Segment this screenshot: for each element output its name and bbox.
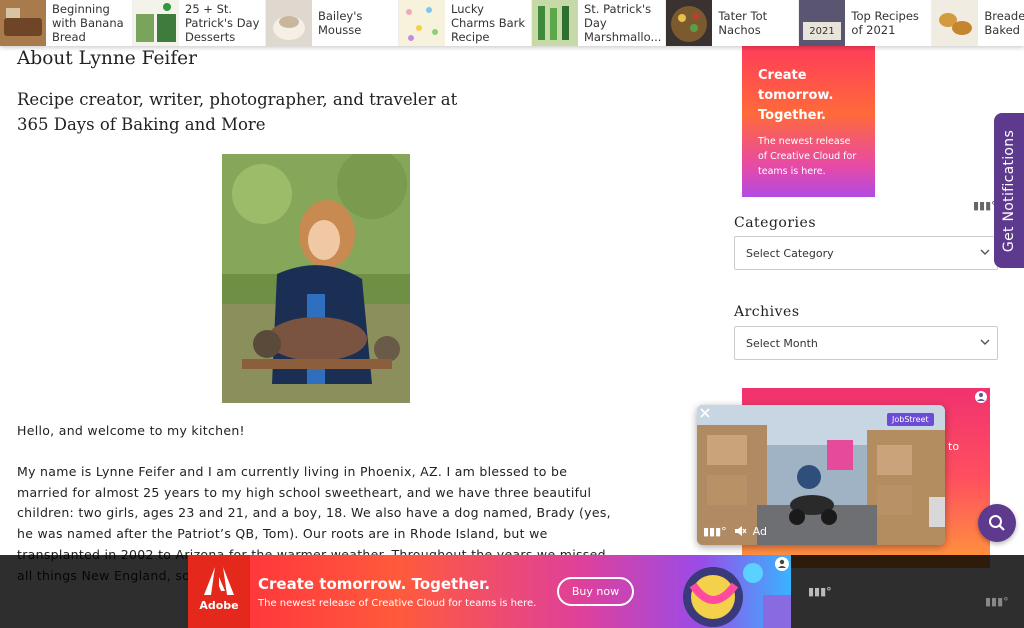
ad-artwork bbox=[683, 563, 791, 628]
recipe-card[interactable]: St. Patrick's Day Marshmallo... bbox=[532, 0, 667, 46]
ad-choices-icon[interactable] bbox=[774, 556, 790, 572]
recipe-card[interactable]: Lucky Charms Bark Recipe bbox=[399, 0, 532, 46]
recipe-card[interactable]: 2021 Top Recipes of 2021 bbox=[799, 0, 933, 46]
recipe-thumbnail bbox=[266, 0, 312, 46]
recipe-thumbnail bbox=[932, 0, 979, 46]
video-ad-player[interactable]: JobStreet ▮▮▮° Ad bbox=[697, 405, 945, 545]
mediavine-logo-icon: ▮▮▮° bbox=[985, 595, 1009, 608]
recipe-thumbnail bbox=[133, 0, 179, 46]
recipe-card[interactable]: Breaded Baked R bbox=[932, 0, 1024, 46]
archive-select[interactable]: Select Month bbox=[734, 326, 998, 360]
mediavine-logo-icon: ▮▮▮° bbox=[808, 585, 832, 598]
video-brand-tag: JobStreet bbox=[887, 413, 934, 426]
recipe-thumbnail bbox=[0, 0, 46, 46]
greeting-paragraph: Hello, and welcome to my kitchen! bbox=[17, 423, 245, 438]
adobe-a-icon bbox=[204, 567, 234, 595]
bottom-ad-subtext: The newest release of Creative Cloud for… bbox=[258, 598, 537, 609]
recipe-thumbnail bbox=[399, 0, 445, 46]
mediavine-logo-icon: ▮▮▮° bbox=[703, 524, 727, 538]
ad-label: Ad bbox=[752, 524, 767, 538]
adobe-logo: Adobe bbox=[188, 555, 250, 628]
recipe-card[interactable]: 25 + St. Patrick's Day Desserts bbox=[133, 0, 266, 46]
author-tagline: Recipe creator, writer, photographer, an… bbox=[17, 90, 458, 134]
main-content: About Lynne Feifer Recipe creator, write… bbox=[17, 46, 617, 583]
archives-title: Archives bbox=[734, 304, 800, 320]
close-icon[interactable] bbox=[698, 406, 712, 420]
category-select[interactable]: Select Category bbox=[734, 236, 998, 270]
buy-now-button[interactable]: Buy now bbox=[557, 577, 634, 606]
mute-icon[interactable] bbox=[733, 524, 747, 538]
search-icon bbox=[989, 515, 1005, 531]
get-notifications-tab[interactable]: Get Notifications bbox=[994, 113, 1024, 268]
video-controls: ▮▮▮° Ad bbox=[703, 524, 767, 538]
page-title: About Lynne Feifer bbox=[17, 48, 197, 69]
chevron-down-icon bbox=[980, 339, 990, 345]
recipe-carousel: Beginning with Banana Bread 25 + St. Pat… bbox=[0, 0, 1024, 46]
recipe-thumbnail: 2021 bbox=[799, 0, 846, 46]
recipe-card[interactable]: Tater Tot Nachos bbox=[666, 0, 800, 46]
recipe-card[interactable]: Bailey's Mousse bbox=[266, 0, 399, 46]
search-button[interactable] bbox=[978, 504, 1016, 542]
author-photo bbox=[222, 154, 410, 403]
ad-choices-icon[interactable] bbox=[974, 390, 988, 404]
bottom-ad-adobe[interactable]: Adobe Create tomorrow. Together. The new… bbox=[188, 555, 791, 628]
recipe-thumbnail bbox=[532, 0, 578, 46]
recipe-card[interactable]: Beginning with Banana Bread bbox=[0, 0, 133, 46]
svg-text:2021: 2021 bbox=[810, 26, 835, 37]
bottom-ad-headline: Create tomorrow. Together. bbox=[258, 575, 491, 593]
sidebar-ad-creative-cloud[interactable]: Create tomorrow. Together. The newest re… bbox=[742, 46, 875, 197]
chevron-down-icon bbox=[980, 249, 990, 255]
categories-title: Categories bbox=[734, 215, 816, 231]
recipe-thumbnail bbox=[666, 0, 713, 46]
